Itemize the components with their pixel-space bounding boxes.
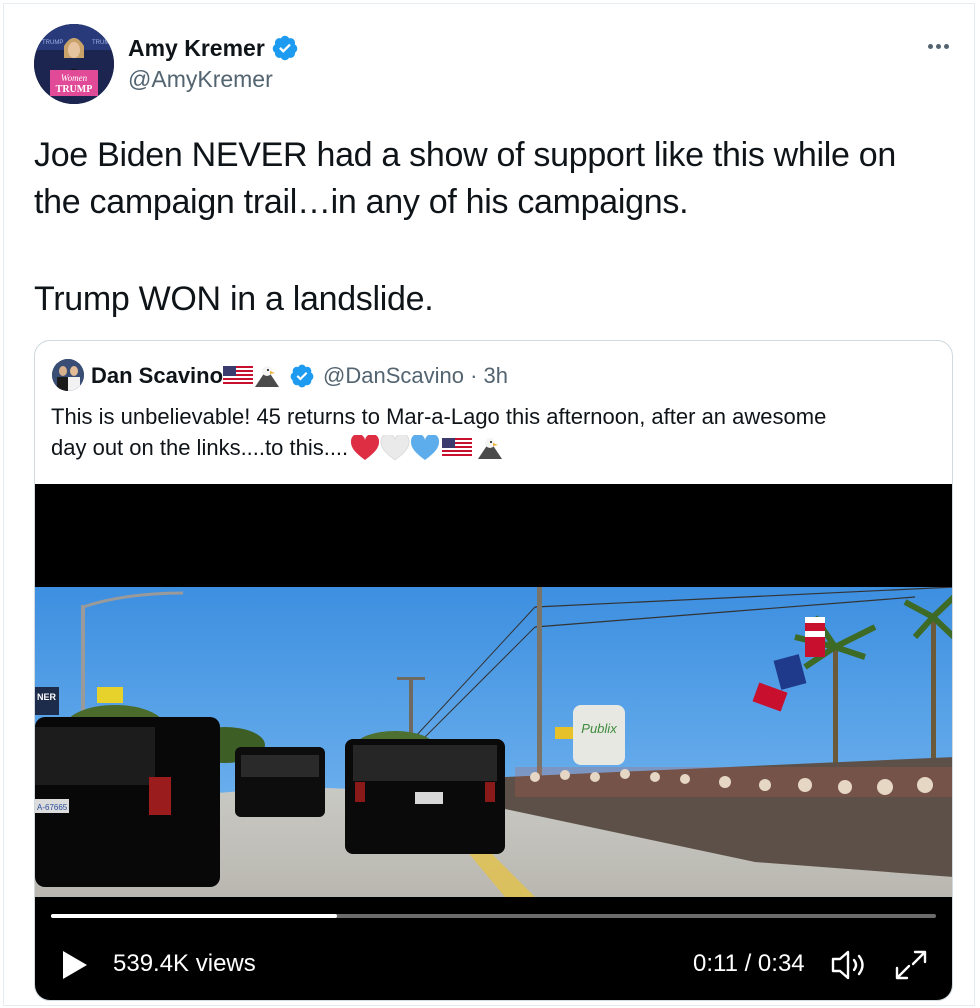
author-display-name[interactable]: Amy Kremer	[128, 35, 265, 62]
tweet-card: TRUMP TRUMP Women TRUMP Amy Kremer @AmyK…	[3, 3, 975, 1006]
tweet-text-line: Trump WON in a landslide.	[34, 280, 434, 318]
us-flag-icon	[442, 437, 473, 458]
author-handle[interactable]: @AmyKremer	[128, 66, 273, 93]
more-icon[interactable]	[922, 34, 954, 58]
verified-icon	[290, 364, 314, 388]
us-flag-icon	[223, 366, 254, 386]
quoted-text-line: This is unbelievable! 45 returns to Mar-…	[51, 404, 827, 429]
video-time: 0:11 / 0:34	[693, 950, 805, 977]
road-sign-text: NER	[37, 692, 57, 702]
quoted-text-line2: day out on the links....to this....	[51, 435, 349, 460]
svg-text:TRUMP: TRUMP	[56, 84, 93, 95]
quoted-handle-time[interactable]: @DanScavino · 3h	[323, 363, 508, 389]
video-progress-bar[interactable]	[51, 914, 936, 918]
quoted-header: Dan Scavino @DanScavino · 3h	[91, 361, 508, 391]
expand-icon[interactable]	[893, 948, 929, 987]
video-views: 539.4K views	[113, 950, 256, 977]
video-frame[interactable]: Publix A-67665 NER	[35, 587, 952, 897]
blue-heart-icon	[411, 434, 440, 460]
quoted-display-name[interactable]: Dan Scavino	[91, 363, 223, 389]
play-icon[interactable]	[61, 950, 89, 985]
quoted-avatar[interactable]	[52, 359, 84, 391]
license-plate-text: A-67665	[37, 803, 68, 812]
tweet-text-line: the campaign trail…in any of his campaig…	[34, 183, 689, 221]
red-heart-icon	[351, 434, 380, 460]
video-player[interactable]: Publix A-67665 NER 539.4K views 0:11 / 0…	[35, 484, 952, 1000]
publix-sign-text: Publix	[581, 721, 617, 736]
quoted-tweet[interactable]: Dan Scavino @DanScavino · 3h This is unb…	[34, 340, 953, 1001]
author-avatar[interactable]: TRUMP TRUMP Women TRUMP	[34, 24, 114, 104]
tweet-text-line: Joe Biden NEVER had a show of support li…	[34, 136, 897, 174]
video-progress-fill	[51, 914, 337, 918]
svg-text:TRUMP: TRUMP	[92, 40, 113, 46]
white-heart-icon	[380, 434, 410, 461]
verified-icon	[272, 35, 298, 61]
author-name-row: Amy Kremer	[128, 34, 299, 62]
quoted-text: This is unbelievable! 45 returns to Mar-…	[51, 401, 946, 463]
video-controls: 539.4K views 0:11 / 0:34	[35, 942, 952, 988]
eagle-icon	[478, 437, 503, 459]
quoted-text-line: day out on the links....to this....	[51, 432, 946, 463]
svg-text:Women: Women	[61, 73, 88, 83]
eagle-icon	[255, 366, 280, 387]
volume-icon[interactable]	[829, 948, 869, 987]
tweet-text: Joe Biden NEVER had a show of support li…	[34, 132, 964, 323]
svg-text:TRUMP: TRUMP	[42, 40, 63, 46]
